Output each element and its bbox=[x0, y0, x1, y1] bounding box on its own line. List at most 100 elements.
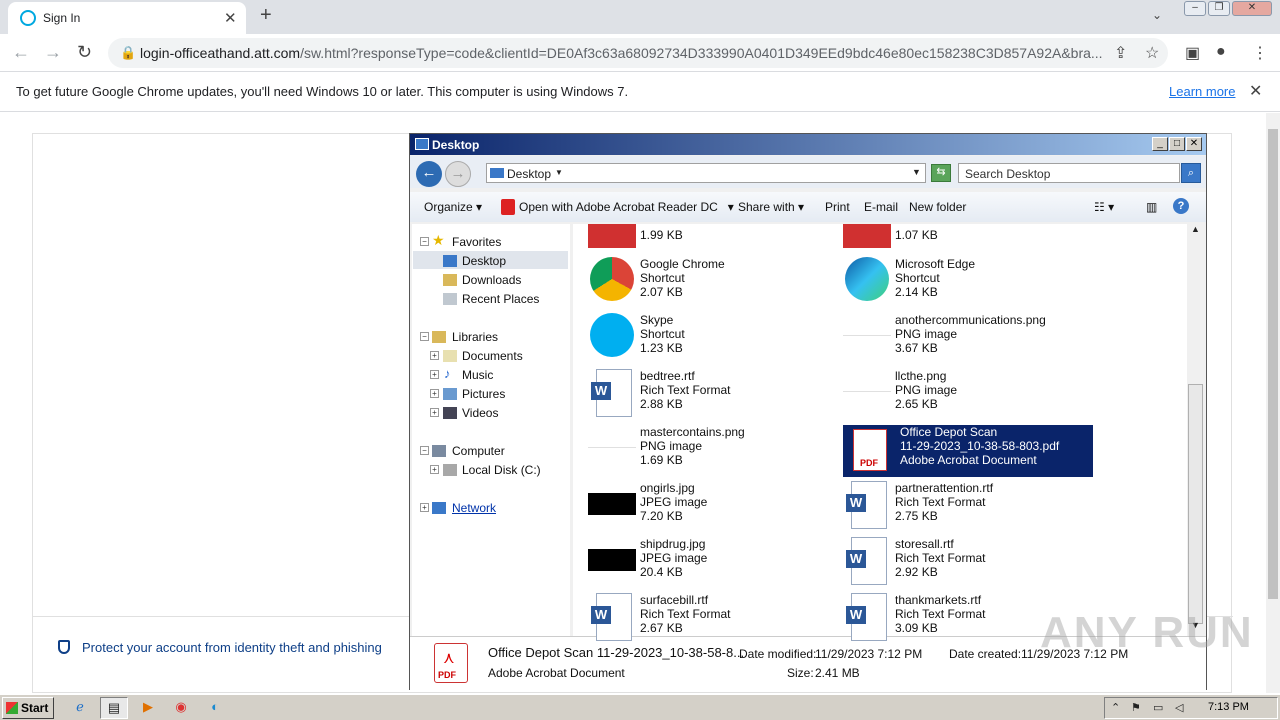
file-item[interactable]: Wsurfacebill.rtf Rich Text Format 2.67 KB bbox=[588, 593, 838, 645]
details-file-type: Adobe Acrobat Document bbox=[488, 666, 625, 680]
explorer-maximize-button[interactable]: □ bbox=[1169, 137, 1185, 151]
tree-documents[interactable]: Documents bbox=[462, 349, 523, 363]
network-tray-icon[interactable]: ▭ bbox=[1153, 701, 1163, 714]
media-player-taskbar-icon[interactable]: ▶ bbox=[134, 697, 162, 719]
file-item[interactable]: 1.07 KB bbox=[843, 224, 1093, 252]
lock-icon[interactable]: 🔒 bbox=[120, 45, 136, 61]
email-button[interactable]: E-mail bbox=[864, 200, 898, 214]
ie-taskbar-icon[interactable]: ℯ bbox=[66, 697, 94, 719]
view-options-icon[interactable]: ☷ ▾ bbox=[1094, 200, 1114, 214]
action-center-icon[interactable]: ⚑ bbox=[1131, 701, 1141, 714]
file-type: Shortcut bbox=[895, 271, 940, 285]
tab-sign-in[interactable]: Sign In ✕ bbox=[8, 2, 246, 34]
file-item[interactable]: Skype Shortcut 1.23 KB bbox=[588, 313, 838, 365]
explorer-back-button[interactable]: ← bbox=[416, 161, 442, 187]
url-text[interactable]: login-officeathand.att.com/sw.html?respo… bbox=[140, 45, 1103, 61]
help-icon[interactable]: ? bbox=[1173, 198, 1189, 214]
print-button[interactable]: Print bbox=[825, 200, 850, 214]
refresh-button[interactable]: ⇆ bbox=[931, 164, 951, 182]
menu-dots-icon[interactable]: ⋮ bbox=[1252, 43, 1268, 63]
clock[interactable]: 7:13 PM bbox=[1208, 701, 1249, 713]
minimize-button[interactable]: ‒ bbox=[1184, 1, 1206, 16]
profile-icon[interactable]: ● bbox=[1216, 43, 1226, 61]
tree-downloads[interactable]: Downloads bbox=[462, 273, 521, 287]
file-scroll-thumb[interactable] bbox=[1188, 384, 1203, 624]
explorer-close-button[interactable]: ✕ bbox=[1186, 137, 1202, 151]
tree-libraries[interactable]: Libraries bbox=[452, 330, 498, 344]
tab-search-chevron-icon[interactable]: ⌄ bbox=[1152, 8, 1162, 22]
scrollbar-thumb[interactable] bbox=[1268, 129, 1278, 599]
new-tab-button[interactable]: + bbox=[260, 4, 272, 27]
tree-recent-places[interactable]: Recent Places bbox=[462, 292, 539, 306]
tree-computer[interactable]: Computer bbox=[452, 444, 505, 458]
share-with-button[interactable]: Share with ▾ bbox=[738, 200, 804, 214]
preview-pane-icon[interactable]: ▥ bbox=[1146, 200, 1157, 214]
breadcrumb-arrow-icon[interactable]: ▼ bbox=[555, 168, 563, 177]
infobar-close-icon[interactable]: ✕ bbox=[1249, 81, 1262, 101]
file-item[interactable]: Wstoresall.rtf Rich Text Format 2.92 KB bbox=[843, 537, 1093, 589]
tree-network[interactable]: Network bbox=[452, 501, 496, 515]
file-item[interactable]: Google Chrome Shortcut 2.07 KB bbox=[588, 257, 838, 309]
explorer-titlebar[interactable]: Desktop _ □ ✕ bbox=[410, 134, 1206, 155]
file-item[interactable]: 1.99 KB bbox=[588, 224, 838, 252]
tree-videos[interactable]: Videos bbox=[462, 406, 498, 420]
open-with-acrobat-button[interactable]: Open with Adobe Acrobat Reader DC ▾ bbox=[519, 200, 734, 214]
expand-videos-icon[interactable]: + bbox=[430, 408, 439, 417]
file-item[interactable]: mastercontains.png PNG image 1.69 KB bbox=[588, 425, 838, 477]
learn-more-link[interactable]: Learn more bbox=[1169, 84, 1235, 99]
file-list-scrollbar[interactable]: ▲ ▼ bbox=[1187, 224, 1204, 636]
organize-button[interactable]: Organize ▾ bbox=[424, 200, 482, 214]
edge-taskbar-icon[interactable]: ◐ bbox=[201, 697, 229, 719]
file-info: 1.07 KB bbox=[895, 228, 938, 242]
tree-favorites[interactable]: Favorites bbox=[452, 235, 501, 249]
back-arrow-icon[interactable]: ← bbox=[12, 42, 30, 63]
start-button[interactable]: Start bbox=[2, 697, 54, 719]
page-scrollbar[interactable] bbox=[1266, 113, 1280, 693]
tree-music[interactable]: Music bbox=[462, 368, 493, 382]
close-window-button[interactable]: ✕ bbox=[1232, 1, 1272, 16]
collapse-computer-icon[interactable]: − bbox=[420, 446, 429, 455]
side-panel-icon[interactable]: ▣ bbox=[1185, 43, 1200, 63]
file-item[interactable]: Wbedtree.rtf Rich Text Format 2.88 KB bbox=[588, 369, 838, 421]
file-item[interactable]: PDF Office Depot Scan 11-29-2023_10-38-58-… bbox=[843, 425, 1093, 477]
collapse-libraries-icon[interactable]: − bbox=[420, 332, 429, 341]
scroll-up-icon[interactable]: ▲ bbox=[1188, 224, 1203, 234]
file-info: anothercommunications.png PNG image 3.67 K… bbox=[895, 313, 1046, 355]
explorer-minimize-button[interactable]: _ bbox=[1152, 137, 1168, 151]
file-item[interactable]: shipdrug.jpg JPEG image 20.4 KB bbox=[588, 537, 838, 589]
new-folder-button[interactable]: New folder bbox=[909, 200, 966, 214]
address-dropdown-icon[interactable]: ▼ bbox=[912, 167, 921, 177]
file-info: Microsoft Edge Shortcut 2.14 KB bbox=[895, 257, 975, 299]
expand-music-icon[interactable]: + bbox=[430, 370, 439, 379]
reload-icon[interactable]: ↻ bbox=[77, 42, 92, 63]
file-type: Shortcut bbox=[640, 327, 685, 341]
tree-desktop[interactable]: Desktop bbox=[462, 254, 506, 268]
close-tab-icon[interactable]: ✕ bbox=[224, 9, 237, 27]
explorer-taskbar-icon[interactable]: ▤ bbox=[100, 697, 128, 719]
tree-pictures[interactable]: Pictures bbox=[462, 387, 505, 401]
bookmark-star-icon[interactable]: ☆ bbox=[1145, 43, 1159, 63]
chrome-taskbar-icon[interactable]: ◉ bbox=[167, 697, 195, 719]
explorer-forward-button[interactable]: → bbox=[445, 161, 471, 187]
file-item[interactable]: llcthe.png PNG image 2.65 KB bbox=[843, 369, 1093, 421]
expand-pictures-icon[interactable]: + bbox=[430, 389, 439, 398]
volume-icon[interactable]: ◁ bbox=[1175, 701, 1183, 714]
explorer-search-input[interactable]: Search Desktop bbox=[958, 163, 1180, 183]
protect-account-link[interactable]: Protect your account from identity theft… bbox=[82, 640, 382, 655]
file-item[interactable]: Wpartnerattention.rtf Rich Text Format 2.7… bbox=[843, 481, 1093, 533]
file-item[interactable]: anothercommunications.png PNG image 3.67 K… bbox=[843, 313, 1093, 365]
share-icon[interactable]: ⇪ bbox=[1114, 43, 1127, 63]
file-item[interactable]: Microsoft Edge Shortcut 2.14 KB bbox=[843, 257, 1093, 309]
collapse-favorites-icon[interactable]: − bbox=[420, 237, 429, 246]
file-item[interactable]: ongirls.jpg JPEG image 7.20 KB bbox=[588, 481, 838, 533]
tray-expand-icon[interactable]: ⌃ bbox=[1111, 701, 1120, 714]
expand-documents-icon[interactable]: + bbox=[430, 351, 439, 360]
explorer-address-bar[interactable]: Desktop ▼ ▼ bbox=[486, 163, 926, 183]
expand-network-icon[interactable]: + bbox=[420, 503, 429, 512]
forward-arrow-icon[interactable]: → bbox=[44, 42, 62, 63]
tree-local-disk[interactable]: Local Disk (C:) bbox=[462, 463, 541, 477]
address-bar[interactable]: 🔒 login-officeathand.att.com/sw.html?res… bbox=[108, 38, 1168, 68]
expand-local-disk-icon[interactable]: + bbox=[430, 465, 439, 474]
restore-button[interactable]: ❐ bbox=[1208, 1, 1230, 16]
search-icon[interactable]: ⌕ bbox=[1181, 163, 1201, 183]
